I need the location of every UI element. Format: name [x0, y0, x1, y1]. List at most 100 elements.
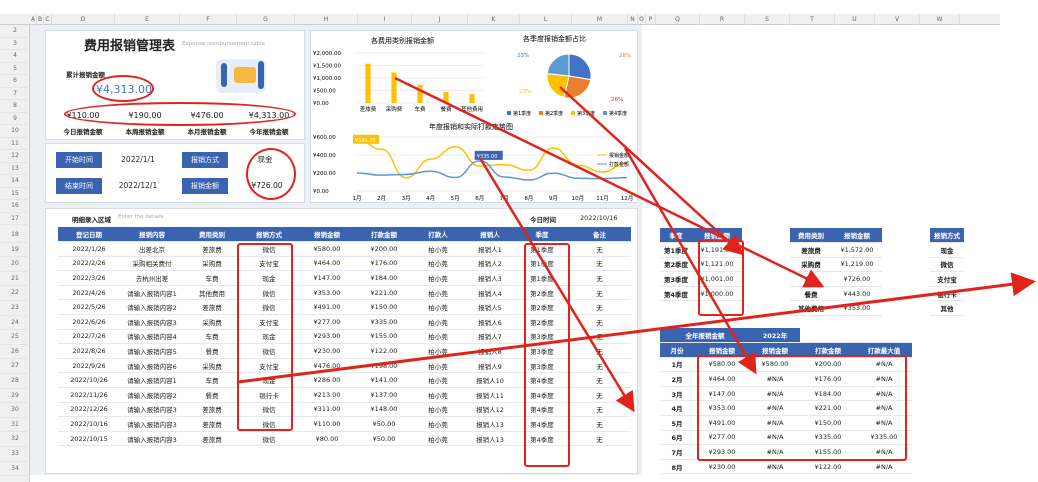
table-cell[interactable]: ¥277.00 — [298, 314, 356, 330]
table-cell[interactable]: 柏小莞 — [412, 358, 464, 374]
table-cell[interactable]: ¥110.00 — [298, 416, 356, 432]
table-cell[interactable]: 现金 — [930, 242, 964, 258]
column-header-cell[interactable]: 季度 — [660, 228, 692, 244]
table-cell[interactable]: 2022/5/26 — [58, 299, 120, 316]
table-cell[interactable]: 报销人10 — [464, 372, 516, 389]
column-header[interactable]: C — [44, 14, 52, 25]
column-header[interactable]: I — [358, 14, 412, 25]
table-cell[interactable]: ¥491.00 — [298, 299, 356, 316]
table-cell[interactable]: 无 — [568, 372, 631, 389]
table-cell[interactable]: 柏小莞 — [412, 314, 464, 330]
table-cell[interactable]: ¥335.00 — [356, 314, 412, 330]
table-cell[interactable]: 报销人3 — [464, 270, 516, 286]
table-cell[interactable]: ¥221.00 — [356, 285, 412, 301]
column-header[interactable]: S — [745, 14, 790, 25]
column-header[interactable]: P — [646, 14, 656, 25]
table-cell[interactable]: ¥198.00 — [356, 358, 412, 374]
table-cell[interactable]: 柏小莞 — [412, 329, 464, 345]
table-cell[interactable]: 柏小莞 — [412, 299, 464, 316]
table-cell[interactable]: 报销人13 — [464, 431, 516, 447]
column-header-cell[interactable]: 费用类别 — [184, 227, 240, 243]
table-cell[interactable]: 采购费 — [790, 257, 832, 273]
table-cell[interactable]: ¥147.00 — [298, 270, 356, 286]
row-header[interactable]: 11 — [0, 138, 30, 150]
table-cell[interactable]: 2022/6/26 — [58, 314, 120, 330]
row-header[interactable]: 3 — [0, 38, 30, 50]
row-header[interactable]: 28 — [0, 374, 30, 389]
table-cell[interactable]: 报销人7 — [464, 329, 516, 345]
table-cell[interactable]: ¥122.00 — [356, 343, 412, 359]
row-header[interactable]: 22 — [0, 286, 30, 301]
table-cell[interactable]: 2022/7/26 — [58, 329, 120, 345]
table-cell[interactable]: ¥200.00 — [356, 241, 412, 257]
row-header[interactable]: 19 — [0, 243, 30, 258]
row-header[interactable]: 14 — [0, 175, 30, 188]
table-cell[interactable]: 2022/3/26 — [58, 270, 120, 286]
table-cell[interactable]: 无 — [568, 285, 631, 301]
table-cell[interactable]: ¥50.00 — [356, 416, 412, 432]
table-cell[interactable]: 采购费 — [184, 358, 240, 374]
table-cell[interactable]: 第3季度 — [660, 271, 692, 287]
row-header[interactable]: 10 — [0, 125, 30, 138]
table-cell[interactable]: 请输入报销内容2 — [120, 387, 184, 403]
row-header[interactable]: 5 — [0, 63, 30, 75]
column-header-cell[interactable]: 报销方式 — [930, 228, 964, 244]
row-header[interactable]: 20 — [0, 257, 30, 272]
table-cell[interactable]: 餐费 — [184, 387, 240, 403]
row-header[interactable]: 17 — [0, 213, 30, 225]
table-cell[interactable]: 差旅费 — [184, 431, 240, 447]
table-cell[interactable]: 其他费用 — [790, 300, 832, 317]
row-header[interactable]: 24 — [0, 316, 30, 331]
table-cell[interactable]: 柏小莞 — [412, 387, 464, 403]
column-header[interactable]: N — [628, 14, 638, 25]
table-cell[interactable]: ¥464.00 — [298, 256, 356, 272]
row-header[interactable]: 29 — [0, 389, 30, 404]
table-cell[interactable]: ¥137.00 — [356, 387, 412, 403]
amount-button[interactable]: 报销金额 — [182, 178, 228, 194]
table-cell[interactable]: ¥213.00 — [298, 387, 356, 403]
table-cell[interactable]: 请输入报销内容1 — [120, 285, 184, 301]
table-cell[interactable]: 柏小莞 — [412, 402, 464, 418]
column-header-cell[interactable]: 月份 — [660, 342, 694, 358]
table-cell[interactable]: 无 — [568, 329, 631, 345]
table-cell[interactable]: 车费 — [184, 270, 240, 286]
table-cell[interactable]: 请输入报销内容3 — [120, 416, 184, 432]
table-cell[interactable]: ¥353.00 — [832, 300, 882, 317]
column-header-cell[interactable]: 报销内容 — [120, 227, 184, 243]
table-cell[interactable]: 车费 — [790, 271, 832, 287]
table-cell[interactable]: 请输入报销内容2 — [120, 299, 184, 316]
table-cell[interactable]: 3月 — [660, 386, 694, 402]
table-cell[interactable]: 报销人1 — [464, 241, 516, 257]
table-cell[interactable]: 差旅费 — [184, 299, 240, 316]
table-cell[interactable]: #N/A — [750, 459, 800, 475]
table-cell[interactable]: ¥141.00 — [356, 372, 412, 389]
table-cell[interactable]: 请输入报销内容1 — [120, 372, 184, 389]
table-cell[interactable]: 无 — [568, 387, 631, 403]
table-cell[interactable]: ¥580.00 — [298, 241, 356, 257]
table-cell[interactable]: 2022/10/26 — [58, 372, 120, 389]
table-cell[interactable]: 7月 — [660, 444, 694, 460]
row-header[interactable]: 31 — [0, 418, 30, 433]
table-cell[interactable]: 差旅费 — [184, 416, 240, 432]
column-header[interactable]: G — [237, 14, 295, 25]
table-cell[interactable]: 请输入报销内容4 — [120, 329, 184, 345]
column-header[interactable]: E — [115, 14, 180, 25]
row-header[interactable]: 9 — [0, 113, 30, 125]
table-cell[interactable]: 微信 — [930, 257, 964, 273]
table-cell[interactable]: 无 — [568, 241, 631, 257]
table-cell[interactable]: 报销人9 — [464, 358, 516, 374]
column-header[interactable]: F — [180, 14, 237, 25]
row-header[interactable]: 34 — [0, 462, 30, 477]
table-cell[interactable]: 差旅费 — [790, 242, 832, 258]
table-cell[interactable]: 8月 — [660, 459, 694, 475]
row-header[interactable]: 21 — [0, 272, 30, 287]
table-cell[interactable]: ¥176.00 — [356, 256, 412, 272]
column-header[interactable]: K — [468, 14, 520, 25]
table-cell[interactable]: 2022/8/26 — [58, 343, 120, 359]
column-header[interactable]: W — [920, 14, 960, 25]
column-header-cell[interactable]: 报销方式 — [240, 227, 298, 243]
table-cell[interactable]: 支付宝 — [930, 271, 964, 287]
table-cell[interactable]: 第2季度 — [660, 257, 692, 273]
table-cell[interactable]: 微信 — [240, 431, 298, 447]
table-cell[interactable]: 柏小莞 — [412, 416, 464, 432]
